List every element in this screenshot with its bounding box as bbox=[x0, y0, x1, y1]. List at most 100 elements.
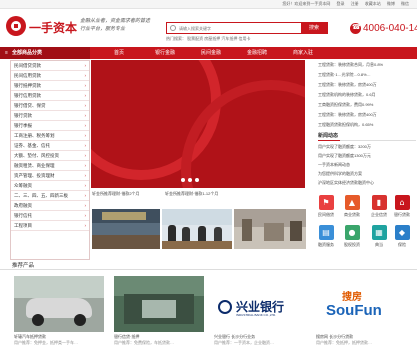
hot-search-words[interactable]: 热门搜索： 股票配资 房屋抵押 汽车抵押 信用卡 bbox=[166, 36, 336, 42]
nav-bank-finance[interactable]: 银行金融 bbox=[142, 47, 188, 59]
product-subcaption: 用户推荐：免押金，抵押类一手车… bbox=[14, 340, 78, 345]
news-item[interactable]: 工商融资担保贷款，费用0.99% bbox=[318, 102, 416, 108]
news-item[interactable]: 工程融资贷款担保机构，0.65% bbox=[318, 122, 416, 128]
hero-banner[interactable] bbox=[91, 60, 305, 188]
sidebar-item[interactable]: 银行信用贷款 › bbox=[11, 91, 89, 101]
soufun-en: SouFun bbox=[326, 302, 382, 319]
sidebar-item[interactable]: 银行季报 › bbox=[11, 121, 89, 131]
search-button[interactable]: 搜索 bbox=[301, 23, 327, 33]
search-box: 搜索 bbox=[166, 22, 328, 34]
sidebar-item[interactable]: 工程项目 › bbox=[11, 221, 89, 231]
industrial-bank-en: INDUSTRIAL BANK CO.,LTD. bbox=[236, 313, 277, 317]
news-item[interactable]: 工程贷款：装修贷款，房贷400万 bbox=[318, 82, 416, 88]
search-icon bbox=[170, 25, 176, 31]
sidebar-item[interactable]: 民间借贷贷款 › bbox=[11, 61, 89, 71]
service-item[interactable]: ● 股权投资 bbox=[340, 225, 364, 248]
sidebar-item[interactable]: 二、三、四、五、四新三板 › bbox=[11, 191, 89, 201]
slogan-line-1: 金融从业者，资金需求者的首选 bbox=[80, 18, 151, 24]
sidebar-item[interactable]: 工商注册、税务筹划 › bbox=[11, 131, 89, 141]
bookmark-link[interactable]: 收藏本站 bbox=[365, 1, 381, 6]
sidebar-item[interactable]: 大额、垫付、风控投资 › bbox=[11, 151, 89, 161]
news-item[interactable]: 为您提供科学的融资方案 bbox=[318, 171, 416, 177]
nav-home[interactable]: 首页 bbox=[96, 47, 142, 59]
grid-icon: ▦ bbox=[371, 225, 387, 240]
news-item[interactable]: 一手资本新闻动态 bbox=[318, 162, 416, 168]
all-categories-button[interactable]: ≡ 全部商品分类 bbox=[0, 47, 90, 59]
main-nav: ≡ 全部商品分类 首页 银行金融 民间金融 金融招聘 商家入驻 bbox=[0, 47, 417, 59]
shield-icon: ◆ bbox=[394, 225, 410, 240]
nav-jobs[interactable]: 金融招聘 bbox=[234, 47, 280, 59]
service-item[interactable]: ⚑ 民间借贷 bbox=[314, 195, 338, 218]
product-subcaption: 用户推荐：免抵押，抵押贷款… bbox=[316, 340, 372, 345]
sidebar-item[interactable]: 银行借贷、保贷 › bbox=[11, 101, 89, 111]
all-categories-label: 全部商品分类 bbox=[12, 50, 43, 56]
service-item[interactable]: ▮ 企业信贷 bbox=[367, 195, 391, 218]
product-subcaption: 用户推荐：一手资本，企业融资… bbox=[214, 340, 274, 345]
hotline-number: 4006-040-148 bbox=[363, 23, 417, 34]
nav-merchant-join[interactable]: 商家入驻 bbox=[280, 47, 326, 59]
document-icon: ▤ bbox=[318, 225, 334, 240]
register-link[interactable]: 注册 bbox=[351, 1, 359, 6]
product-subcaption: 用户推荐：免费保险，车抵贷款… bbox=[114, 340, 174, 345]
sidebar-item[interactable]: 政府融资 › bbox=[11, 201, 89, 211]
coin-icon: ● bbox=[344, 225, 360, 240]
banner-dots[interactable] bbox=[181, 178, 202, 184]
welcome-text: 您好！欢迎来到一手资本网 bbox=[282, 1, 331, 6]
thumb-caption[interactable]: 轩金所推荐理财·借款1-12个月 bbox=[165, 191, 240, 197]
weibo-link[interactable]: 微博 bbox=[387, 1, 395, 6]
product-soufun-logo[interactable]: 搜房 SouFun bbox=[316, 276, 406, 332]
news-item[interactable]: 工程贷款机构的装修贷款，0.6月 bbox=[318, 92, 416, 98]
news-item[interactable]: 沪深地区实体经济贷款融资中心 bbox=[318, 180, 416, 186]
sidebar-item[interactable]: 证券、基金、信托 › bbox=[11, 141, 89, 151]
thumb-meeting-image[interactable] bbox=[162, 209, 232, 249]
active-tab-underline bbox=[318, 140, 340, 141]
logo-mark-icon bbox=[6, 16, 26, 36]
site-logo[interactable]: 一手资本 bbox=[6, 14, 77, 40]
news-section-title[interactable]: 新闻动态 bbox=[318, 132, 338, 139]
news-item[interactable]: 工程贷款：装修贷款，房贷400万 bbox=[318, 112, 416, 118]
service-item[interactable]: ⌂ 银行贷款 bbox=[390, 195, 414, 218]
product-car-image[interactable] bbox=[14, 276, 104, 332]
product-industrial-bank-logo[interactable]: 兴业银行 INDUSTRIAL BANK CO.,LTD. bbox=[214, 276, 304, 332]
sidebar-item[interactable]: 银行抵押贷款 › bbox=[11, 81, 89, 91]
industrial-bank-logo-icon bbox=[218, 300, 232, 314]
recommended-header: 推荐产品 bbox=[0, 260, 417, 270]
product-bank-image[interactable] bbox=[114, 276, 204, 332]
service-item[interactable]: ◆ 保险 bbox=[390, 225, 414, 248]
handshake-icon: ⚑ bbox=[318, 195, 334, 210]
service-item[interactable]: ▦ 典当 bbox=[367, 225, 391, 248]
logo-text: 一手资本 bbox=[29, 21, 78, 35]
hotline: 4006-040-148 bbox=[350, 22, 417, 36]
wechat-link[interactable]: 微信 bbox=[401, 1, 409, 6]
slogan: 金融从业者，资金需求者的首选 行业平台，服务专业 bbox=[80, 17, 160, 33]
news-item[interactable]: 用户实现了融资额度1300万元 bbox=[318, 153, 416, 159]
sidebar-item[interactable]: 融资租赁、商业保理 › bbox=[11, 161, 89, 171]
top-bar: 您好！欢迎来到一手资本网 登录 注册 收藏本站 微博 微信 bbox=[0, 0, 417, 9]
sidebar-item[interactable]: 民间信用贷款 › bbox=[11, 71, 89, 81]
slogan-line-2: 行业平台，服务专业 bbox=[80, 26, 126, 32]
news-panel: 工程贷款：装修贷款合同，月息0.8% 工程贷款·1…光学院…0.8%… 工程贷款… bbox=[313, 60, 417, 190]
menu-icon: ≡ bbox=[5, 50, 8, 56]
recommended-title: 推荐产品 bbox=[12, 263, 35, 269]
sidebar-item[interactable]: 众筹融资 › bbox=[11, 181, 89, 191]
nav-private-finance[interactable]: 民间金融 bbox=[188, 47, 234, 59]
category-sidebar: 民间借贷贷款 › 民间信用贷款 › 银行抵押贷款 › 银行信用贷款 › 银行借贷、保贷 ›… bbox=[10, 60, 90, 260]
news-item[interactable]: 工程贷款：装修贷款合同，月息0.8% bbox=[318, 62, 416, 68]
sidebar-item[interactable]: 资产管理、投资理财 › bbox=[11, 171, 89, 181]
soufun-cn: 搜房 bbox=[342, 292, 362, 303]
news-item[interactable]: 用户实现了融资额度：3200万 bbox=[318, 144, 416, 150]
thumb-building-image[interactable] bbox=[234, 209, 306, 249]
bars-icon: ▮ bbox=[371, 195, 387, 210]
bank-icon: ⌂ bbox=[394, 195, 410, 210]
thumb-office-image[interactable] bbox=[92, 209, 160, 249]
sidebar-item[interactable]: 银行信托 › bbox=[11, 211, 89, 221]
login-link[interactable]: 登录 bbox=[337, 1, 345, 6]
phone-icon bbox=[350, 23, 361, 34]
service-item[interactable]: ▲ 商业贷款 bbox=[340, 195, 364, 218]
service-item[interactable]: ▤ 融资服务 bbox=[314, 225, 338, 248]
search-input[interactable] bbox=[179, 24, 297, 33]
news-item[interactable]: 工程贷款·1…光学院…0.8%… bbox=[318, 72, 416, 78]
sidebar-item[interactable]: 银行贷款 › bbox=[11, 111, 89, 121]
thumb-caption[interactable]: 轩金所推荐理财·借款2个月 bbox=[92, 191, 164, 197]
top-links: 您好！欢迎来到一手资本网 登录 注册 收藏本站 微博 微信 bbox=[277, 1, 409, 7]
